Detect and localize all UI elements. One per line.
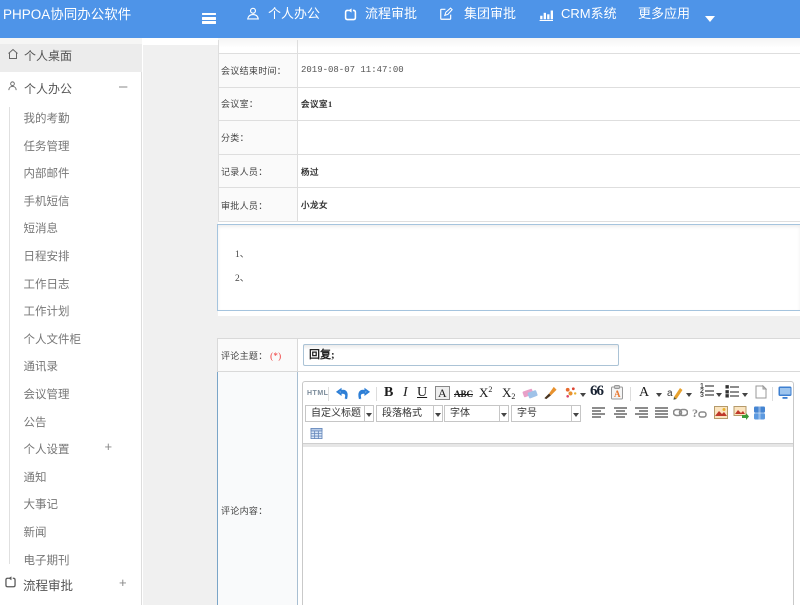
svg-text:a: a [667,388,673,399]
svg-text:?: ? [692,406,698,419]
svg-text:A: A [614,389,621,399]
